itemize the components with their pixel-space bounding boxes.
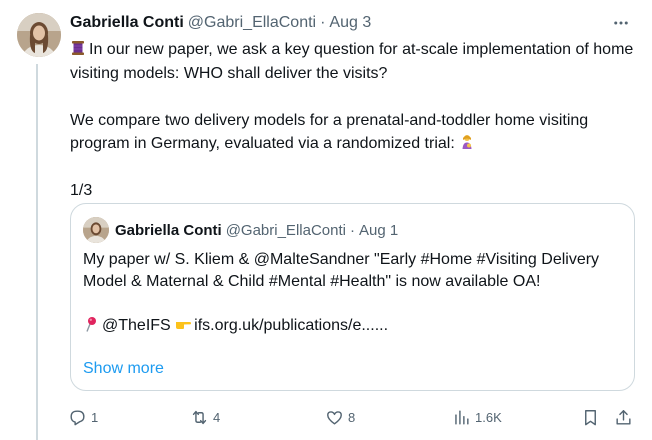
- tweet-actions-bar: 1 4 8 1.6K: [68, 404, 638, 430]
- tweet-paragraph-1-text: In our new paper, we ask a key question …: [70, 41, 638, 82]
- thread-spool-icon: [70, 40, 86, 56]
- views-count: 1.6K: [475, 409, 502, 425]
- share-icon: [616, 409, 631, 425]
- quoted-link-line: @TheIFS ifs.org.uk/publications/e......: [83, 315, 623, 337]
- reply-button[interactable]: 1: [68, 404, 98, 430]
- repost-icon: [192, 410, 207, 424]
- tweet-paragraph-2: We compare two delivery models for a pre…: [70, 109, 635, 156]
- views-button[interactable]: 1.6K: [452, 404, 502, 430]
- quoted-tweet-card[interactable]: Gabriella Conti @Gabri_EllaConti · Aug 1…: [70, 203, 635, 391]
- show-more-link[interactable]: Show more: [83, 358, 164, 380]
- tweet-paragraph-2-text: We compare two delivery models for a pre…: [70, 111, 593, 153]
- quoted-timestamp[interactable]: Aug 1: [359, 222, 398, 239]
- heart-icon: [327, 410, 342, 425]
- share-button[interactable]: [614, 404, 633, 430]
- thread-connector-line: [36, 64, 38, 440]
- bookmark-button[interactable]: [581, 404, 600, 430]
- tweet-text: In our new paper, we ask a key question …: [70, 38, 635, 203]
- woman-feeding-baby-icon: [459, 134, 475, 150]
- author-name[interactable]: Gabriella Conti: [70, 12, 184, 34]
- tweet-header: Gabriella Conti @Gabri_EllaConti · Aug 3: [70, 12, 632, 34]
- like-count: 8: [348, 409, 356, 425]
- quoted-separator-dot: ·: [349, 221, 355, 239]
- quoted-mention-ifs[interactable]: @TheIFS: [102, 317, 171, 334]
- quoted-tweet-header: Gabriella Conti @Gabri_EllaConti · Aug 1: [83, 217, 398, 243]
- like-button[interactable]: 8: [325, 404, 355, 430]
- quoted-author-name[interactable]: Gabriella Conti: [115, 222, 222, 239]
- avatar-photo: [17, 13, 61, 57]
- quoted-avatar-photo: [83, 217, 109, 243]
- quoted-text-body: My paper w/ S. Kliem & @MalteSandner "Ea…: [83, 251, 600, 290]
- more-horizontal-icon[interactable]: [610, 12, 632, 34]
- views-bar-chart-icon: [455, 409, 469, 425]
- backhand-pointing-right-icon: [175, 316, 192, 332]
- tweet-paragraph-1: In our new paper, we ask a key question …: [70, 38, 635, 85]
- round-pushpin-icon: [83, 316, 99, 332]
- tweet-paragraph-3: 1/3: [70, 182, 93, 199]
- quoted-avatar[interactable]: [83, 217, 109, 243]
- tweet-timestamp[interactable]: Aug 3: [329, 12, 371, 34]
- author-handle[interactable]: @Gabri_EllaConti: [188, 12, 316, 34]
- repost-button[interactable]: 4: [190, 404, 220, 430]
- quoted-tweet-text: My paper w/ S. Kliem & @MalteSandner "Ea…: [83, 249, 623, 337]
- quoted-link[interactable]: ifs.org.uk/publications/e......: [194, 317, 388, 334]
- avatar[interactable]: [17, 13, 61, 57]
- reply-count: 1: [91, 409, 99, 425]
- quoted-author-handle[interactable]: @Gabri_EllaConti: [226, 222, 346, 239]
- reply-icon: [70, 409, 85, 425]
- bookmark-icon: [585, 409, 596, 425]
- separator-dot: ·: [320, 14, 326, 31]
- repost-count: 4: [213, 409, 221, 425]
